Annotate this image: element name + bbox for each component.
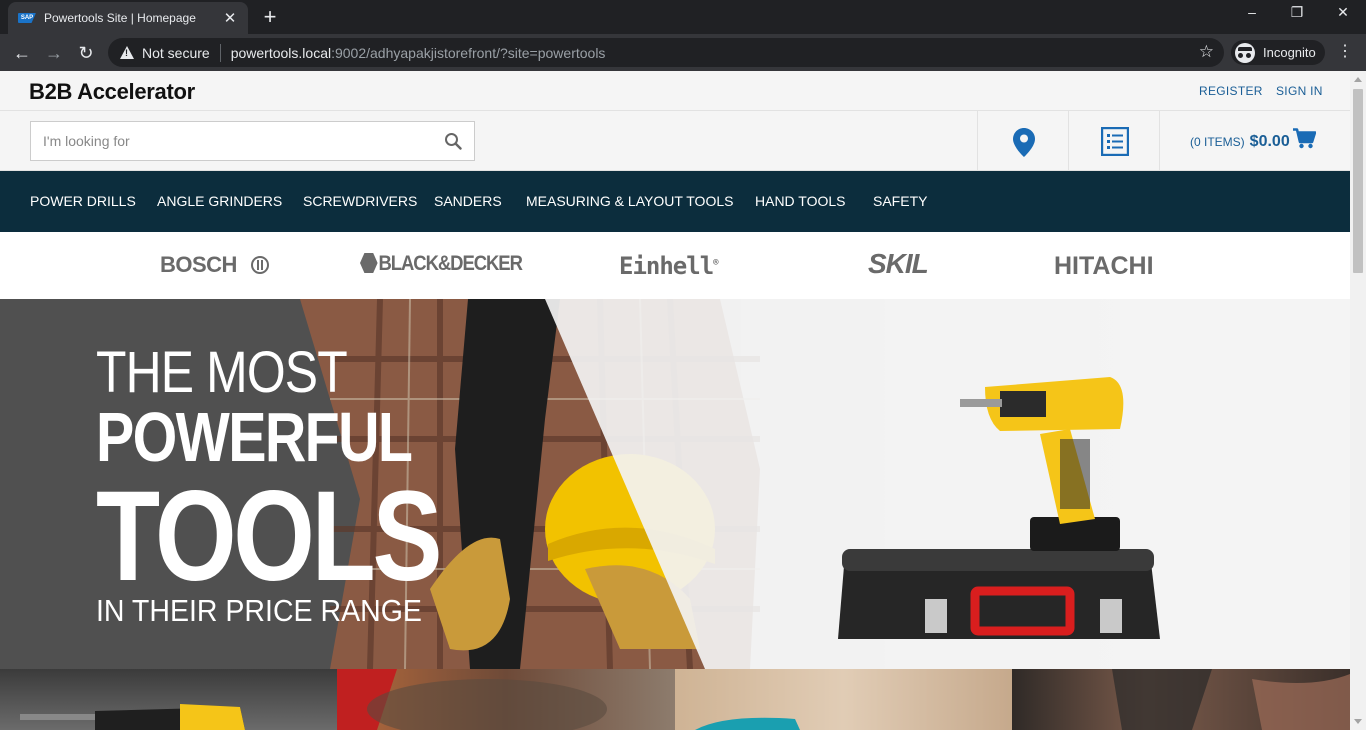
cart-total: $0.00 <box>1249 133 1290 150</box>
tile-drill-image <box>20 704 245 730</box>
tile-hand-tools-image <box>1112 669 1350 730</box>
search-icon[interactable] <box>444 132 462 150</box>
hero-subline: IN THEIR PRICE RANGE <box>96 593 422 628</box>
incognito-label: Incognito <box>1263 45 1316 60</box>
nav-item-sanders[interactable]: SANDERS <box>434 193 502 209</box>
site-brand[interactable]: B2B Accelerator <box>29 79 195 105</box>
omnibox-divider <box>219 43 221 62</box>
page-scrollbar[interactable] <box>1350 71 1366 730</box>
promo-tile-jigsaw[interactable] <box>675 669 1012 730</box>
promo-tile-grinder[interactable] <box>337 669 675 730</box>
url-host: powertools.local <box>230 44 332 61</box>
nav-item-power-drills[interactable]: POWER DRILLS <box>30 193 136 209</box>
new-tab-icon[interactable]: + <box>258 5 282 29</box>
promo-tile-drill[interactable] <box>0 669 337 730</box>
brand-logo-bosch[interactable]: BOSCH <box>160 252 269 278</box>
storefront-page: B2B Accelerator REGISTER SIGN IN I'm loo… <box>0 71 1350 730</box>
brand-logo-skil[interactable]: SKIL <box>868 248 929 280</box>
close-window-icon[interactable]: ✕ <box>1333 4 1353 21</box>
incognito-icon <box>1235 42 1255 63</box>
brand-name-skil: SKIL <box>868 248 929 279</box>
brand-name-black-decker: BLACK&DECKER <box>378 252 522 275</box>
security-status[interactable]: Not secure <box>142 45 210 61</box>
url-path: :9002/adhyapakjistorefront/?site=powerto… <box>331 44 606 61</box>
shopping-cart-icon <box>1293 128 1316 149</box>
brand-name-einhell: Einhell <box>619 252 714 280</box>
brand-logo-hitachi[interactable]: HITACHI <box>1054 252 1154 281</box>
brand-logo-einhell[interactable]: Einhell® <box>619 252 719 280</box>
site-header: B2B Accelerator REGISTER SIGN IN <box>0 71 1350 111</box>
browser-tab[interactable]: SAP Powertools Site | Homepage ✕ <box>8 2 248 34</box>
incognito-badge[interactable]: Incognito <box>1231 40 1325 65</box>
hero-headline-line-1: THE MOST <box>96 340 348 405</box>
browser-tab-strip: SAP Powertools Site | Homepage ✕ + – ❐ ✕ <box>0 0 1366 34</box>
search-row: (0 ITEMS) $0.00 <box>0 111 1350 171</box>
minimize-icon[interactable]: – <box>1242 4 1262 20</box>
brand-strip: BOSCH BLACK&DECKER Einhell® SKIL HITACHI <box>0 232 1350 299</box>
tile-grinder-image <box>337 669 607 730</box>
hero-headline-line-3: TOOLS <box>96 465 442 608</box>
nav-item-hand-tools[interactable]: HAND TOOLS <box>755 193 846 209</box>
address-bar[interactable]: Not secure powertools.local:9002/adhyapa… <box>108 38 1224 67</box>
scroll-thumb[interactable] <box>1353 89 1363 273</box>
nav-item-screwdrivers[interactable]: SCREWDRIVERS <box>303 193 417 209</box>
bosch-armature-icon <box>250 256 269 274</box>
brand-name-bosch: BOSCH <box>160 252 237 277</box>
category-navigation: POWER DRILLS ANGLE GRINDERS SCREWDRIVERS… <box>0 171 1350 232</box>
search-input[interactable] <box>31 122 431 160</box>
warning-icon <box>120 46 134 59</box>
sign-in-link[interactable]: SIGN IN <box>1276 84 1323 98</box>
browser-toolbar: ← → ↻ Not secure powertools.local:9002/a… <box>0 34 1366 71</box>
nav-item-angle-grinders[interactable]: ANGLE GRINDERS <box>157 193 282 209</box>
restore-icon[interactable]: ❐ <box>1287 4 1307 21</box>
tile-jigsaw-image <box>675 669 1012 730</box>
quick-order-button[interactable] <box>1068 111 1159 171</box>
close-tab-icon[interactable]: ✕ <box>222 9 238 27</box>
store-finder-button[interactable] <box>977 111 1068 171</box>
black-decker-hex-icon <box>360 253 378 273</box>
register-link[interactable]: REGISTER <box>1199 84 1263 98</box>
page-viewport: B2B Accelerator REGISTER SIGN IN I'm loo… <box>0 71 1366 730</box>
promo-tiles <box>0 669 1350 730</box>
map-pin-icon <box>1013 128 1035 157</box>
brand-logo-black-decker[interactable]: BLACK&DECKER <box>360 252 523 276</box>
cart-item-count: (0 ITEMS) <box>1190 135 1245 149</box>
forward-arrow-icon[interactable]: → <box>43 42 65 64</box>
browser-menu-icon[interactable]: ⋮ <box>1337 42 1353 62</box>
hero-banner[interactable]: THE MOST POWERFUL TOOLS IN THEIR PRICE R… <box>0 299 1350 669</box>
back-arrow-icon[interactable]: ← <box>11 42 33 64</box>
search-box <box>30 121 475 161</box>
nav-item-safety[interactable]: SAFETY <box>873 193 927 209</box>
scroll-down-arrow-icon[interactable] <box>1354 719 1362 724</box>
scroll-up-arrow-icon[interactable] <box>1354 77 1362 82</box>
brand-name-hitachi: HITACHI <box>1054 252 1154 280</box>
order-list-icon <box>1101 127 1129 156</box>
nav-item-measuring-layout-tools[interactable]: MEASURING & LAYOUT TOOLS <box>526 193 733 209</box>
bookmark-star-icon[interactable]: ☆ <box>1199 42 1214 62</box>
promo-tile-hand-tools[interactable] <box>1012 669 1350 730</box>
reload-icon[interactable]: ↻ <box>75 42 97 64</box>
tab-title: Powertools Site | Homepage <box>44 11 196 25</box>
sap-favicon-icon: SAP <box>18 13 36 23</box>
mini-cart-button[interactable]: (0 ITEMS) $0.00 <box>1159 111 1350 171</box>
